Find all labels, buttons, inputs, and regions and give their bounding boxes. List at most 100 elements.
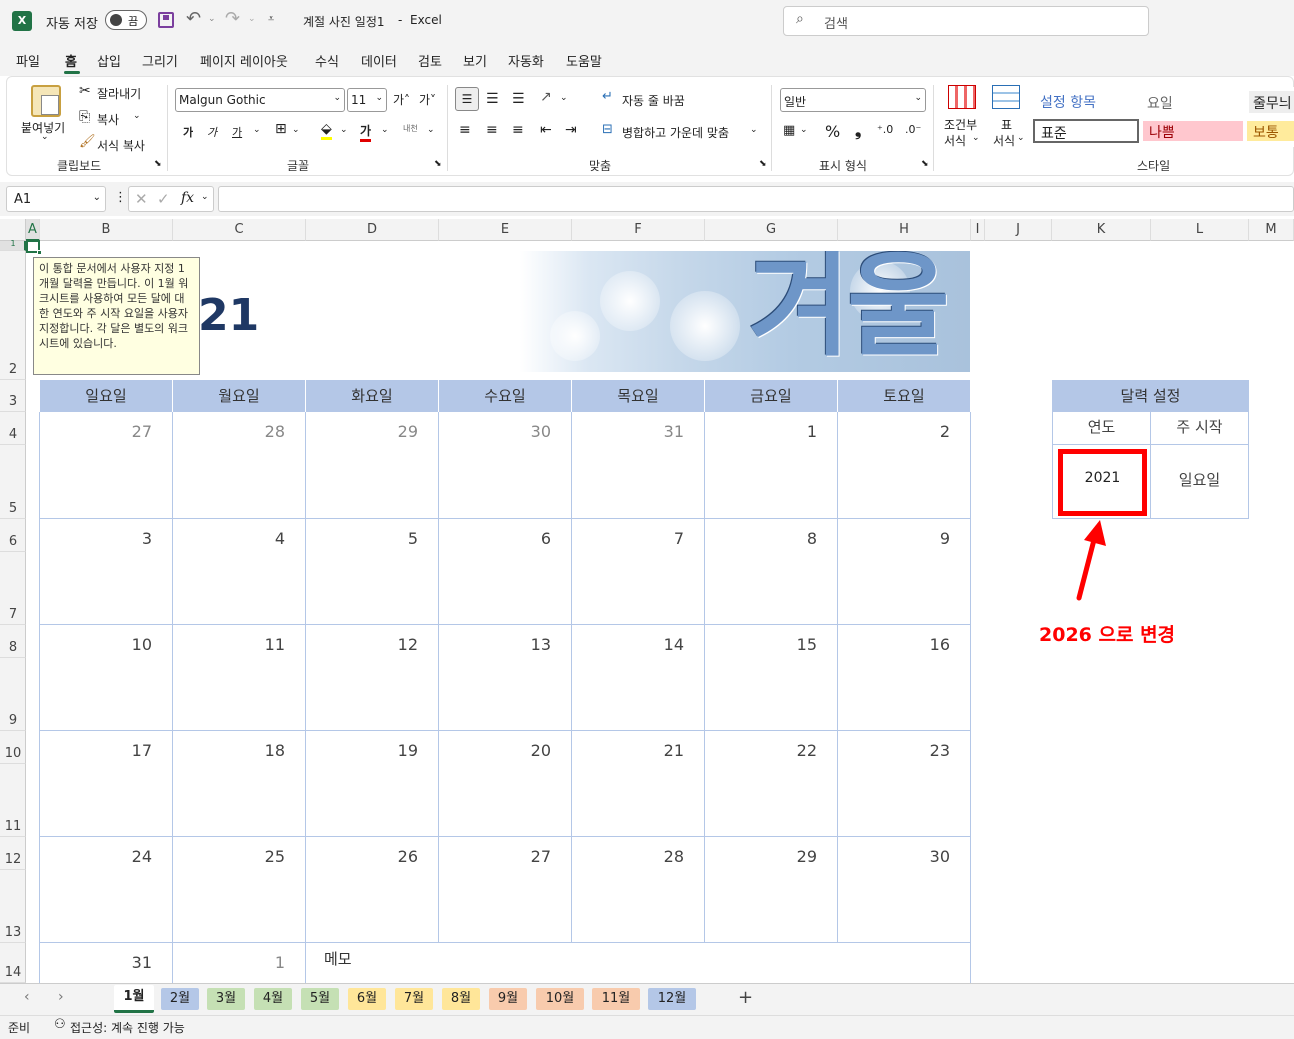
style-setting-item[interactable]: 설정 항목 bbox=[1040, 92, 1096, 112]
calendar-day-cell[interactable]: 10 bbox=[40, 625, 173, 731]
sheet-tab-8[interactable]: 8월 bbox=[442, 988, 480, 1010]
clipboard-launcher-icon[interactable]: ⬊ bbox=[154, 159, 162, 169]
calendar-day-cell[interactable]: 18 bbox=[173, 731, 306, 837]
decrease-indent-icon[interactable]: ⇤ bbox=[540, 122, 552, 138]
calendar-day-cell[interactable]: 20 bbox=[439, 731, 572, 837]
add-sheet-button[interactable]: + bbox=[738, 987, 753, 1008]
style-neutral[interactable]: 보통 bbox=[1247, 121, 1294, 141]
enter-icon[interactable]: ✓ bbox=[157, 190, 170, 208]
format-painter-icon[interactable]: 🖌 bbox=[79, 134, 96, 149]
menu-home[interactable]: 홈 bbox=[65, 51, 77, 70]
menu-file[interactable]: 파일 bbox=[16, 51, 40, 70]
calendar-day-cell[interactable]: 6 bbox=[439, 519, 572, 625]
calendar-day-cell[interactable]: 27 bbox=[40, 412, 173, 519]
calendar-day-cell[interactable]: 25 bbox=[173, 837, 306, 943]
format-as-table-label-1[interactable]: 표 bbox=[1001, 116, 1012, 133]
menu-help[interactable]: 도움말 bbox=[566, 51, 602, 70]
column-header[interactable]: I bbox=[971, 219, 985, 241]
name-box[interactable]: A1 ⌄ bbox=[6, 186, 106, 212]
comma-style-button[interactable]: ❟ bbox=[855, 121, 861, 141]
align-top-button[interactable]: ☰ bbox=[455, 87, 479, 111]
menu-automate[interactable]: 자동화 bbox=[508, 51, 544, 70]
autosave-toggle[interactable]: 끔 bbox=[105, 10, 147, 30]
menu-view[interactable]: 보기 bbox=[463, 51, 487, 70]
style-bad[interactable]: 나쁨 bbox=[1143, 121, 1243, 141]
calendar-day-cell[interactable]: 31 bbox=[572, 412, 705, 519]
insert-function-button[interactable]: fx bbox=[181, 190, 194, 206]
phonetic-dropdown-icon[interactable]: ⌄ bbox=[427, 125, 435, 135]
center-align-icon[interactable]: ≡ bbox=[486, 122, 498, 138]
font-name-select[interactable]: Malgun Gothic ⌄ bbox=[175, 88, 345, 112]
next-sheet-icon[interactable]: › bbox=[58, 989, 64, 1005]
calendar-day-cell[interactable]: 11 bbox=[173, 625, 306, 731]
font-color-dropdown-icon[interactable]: ⌄ bbox=[381, 125, 389, 135]
menu-draw[interactable]: 그리기 bbox=[142, 51, 178, 70]
calendar-day-cell[interactable]: 28 bbox=[572, 837, 705, 943]
row-header[interactable]: 9 bbox=[0, 658, 26, 731]
column-header[interactable]: L bbox=[1151, 219, 1249, 241]
calendar-day-cell[interactable]: 27 bbox=[439, 837, 572, 943]
phonetic-guide-button[interactable]: 내천 bbox=[403, 123, 418, 134]
row-header[interactable]: 8 bbox=[0, 625, 26, 658]
sheet-tab-6[interactable]: 6월 bbox=[348, 988, 386, 1010]
grow-font-button[interactable]: 가˄ bbox=[393, 91, 410, 108]
cut-button[interactable]: 잘라내기 bbox=[97, 85, 141, 102]
row-header[interactable]: 2 bbox=[0, 251, 26, 380]
borders-icon[interactable]: ⊞ bbox=[275, 121, 287, 137]
column-header[interactable]: C bbox=[173, 219, 306, 241]
orientation-icon[interactable]: ↗ bbox=[540, 89, 552, 105]
percent-style-button[interactable]: % bbox=[825, 122, 840, 141]
number-format-select[interactable]: 일반 ⌄ bbox=[780, 88, 926, 112]
more-options-icon[interactable]: ⋮ bbox=[114, 190, 127, 205]
sheet-tab-9[interactable]: 9월 bbox=[489, 988, 527, 1010]
calendar-day-cell[interactable]: 2 bbox=[838, 412, 971, 519]
menu-insert[interactable]: 삽입 bbox=[97, 51, 121, 70]
format-as-table-label-2[interactable]: 서식 bbox=[993, 132, 1015, 149]
copy-dropdown-icon[interactable]: ⌄ bbox=[133, 111, 141, 121]
column-header[interactable]: G bbox=[705, 219, 838, 241]
calendar-day-cell[interactable]: 15 bbox=[705, 625, 838, 731]
right-align-icon[interactable]: ≡ bbox=[512, 122, 524, 138]
row-header[interactable]: 3 bbox=[0, 380, 26, 412]
prev-sheet-icon[interactable]: ‹ bbox=[24, 989, 30, 1005]
column-header[interactable]: D bbox=[306, 219, 439, 241]
settings-year-value[interactable]: 2021 bbox=[1063, 470, 1142, 486]
accessibility-status[interactable]: 접근성: 계속 진행 가능 bbox=[70, 1019, 185, 1036]
shrink-font-button[interactable]: 가˅ bbox=[419, 91, 436, 108]
merge-center-icon[interactable]: ⊟ bbox=[602, 122, 613, 137]
row-header[interactable]: 11 bbox=[0, 764, 26, 837]
calendar-day-cell[interactable]: 16 bbox=[838, 625, 971, 731]
conditional-format-label-2[interactable]: 서식 bbox=[944, 132, 966, 149]
paste-icon[interactable] bbox=[31, 85, 61, 117]
font-size-select[interactable]: 11 ⌄ bbox=[347, 88, 387, 112]
column-header[interactable]: E bbox=[439, 219, 572, 241]
merge-dropdown-icon[interactable]: ⌄ bbox=[750, 125, 758, 135]
sheet-tab-2[interactable]: 2월 bbox=[161, 988, 199, 1010]
increase-indent-icon[interactable]: ⇥ bbox=[565, 122, 577, 138]
decrease-decimal-icon[interactable]: .0⁻ bbox=[905, 123, 921, 136]
calendar-day-cell[interactable]: 8 bbox=[705, 519, 838, 625]
formula-input[interactable] bbox=[218, 186, 1294, 212]
sheet-tab-12[interactable]: 12월 bbox=[648, 988, 696, 1010]
redo-icon[interactable]: ↷ bbox=[225, 8, 240, 29]
alignment-launcher-icon[interactable]: ⬊ bbox=[759, 159, 767, 169]
font-color-button[interactable]: 가 bbox=[360, 122, 372, 142]
accounting-format-icon[interactable]: ▦ bbox=[783, 123, 795, 138]
row-header[interactable]: 10 bbox=[0, 731, 26, 764]
sheet-tab-3[interactable]: 3월 bbox=[207, 988, 245, 1010]
settings-week-start-value[interactable]: 일요일 bbox=[1150, 444, 1249, 519]
calendar-day-cell[interactable]: 3 bbox=[40, 519, 173, 625]
column-header[interactable]: F bbox=[572, 219, 705, 241]
sheet-tab-10[interactable]: 10월 bbox=[536, 988, 584, 1010]
menu-page-layout[interactable]: 페이지 레이아웃 bbox=[200, 51, 288, 70]
insert-function-dropdown-icon[interactable]: ⌄ bbox=[201, 192, 209, 202]
calendar-day-cell[interactable]: 22 bbox=[705, 731, 838, 837]
wrap-text-button[interactable]: 자동 줄 바꿈 bbox=[622, 92, 685, 109]
copy-icon[interactable]: ⎘ bbox=[79, 109, 90, 125]
calendar-day-cell[interactable]: 31 bbox=[40, 943, 173, 983]
calendar-day-cell[interactable]: 23 bbox=[838, 731, 971, 837]
number-launcher-icon[interactable]: ⬊ bbox=[921, 159, 929, 169]
style-weekday[interactable]: 요일 bbox=[1147, 93, 1173, 113]
copy-button[interactable]: 복사 bbox=[97, 111, 119, 128]
select-all-corner[interactable] bbox=[0, 219, 26, 241]
